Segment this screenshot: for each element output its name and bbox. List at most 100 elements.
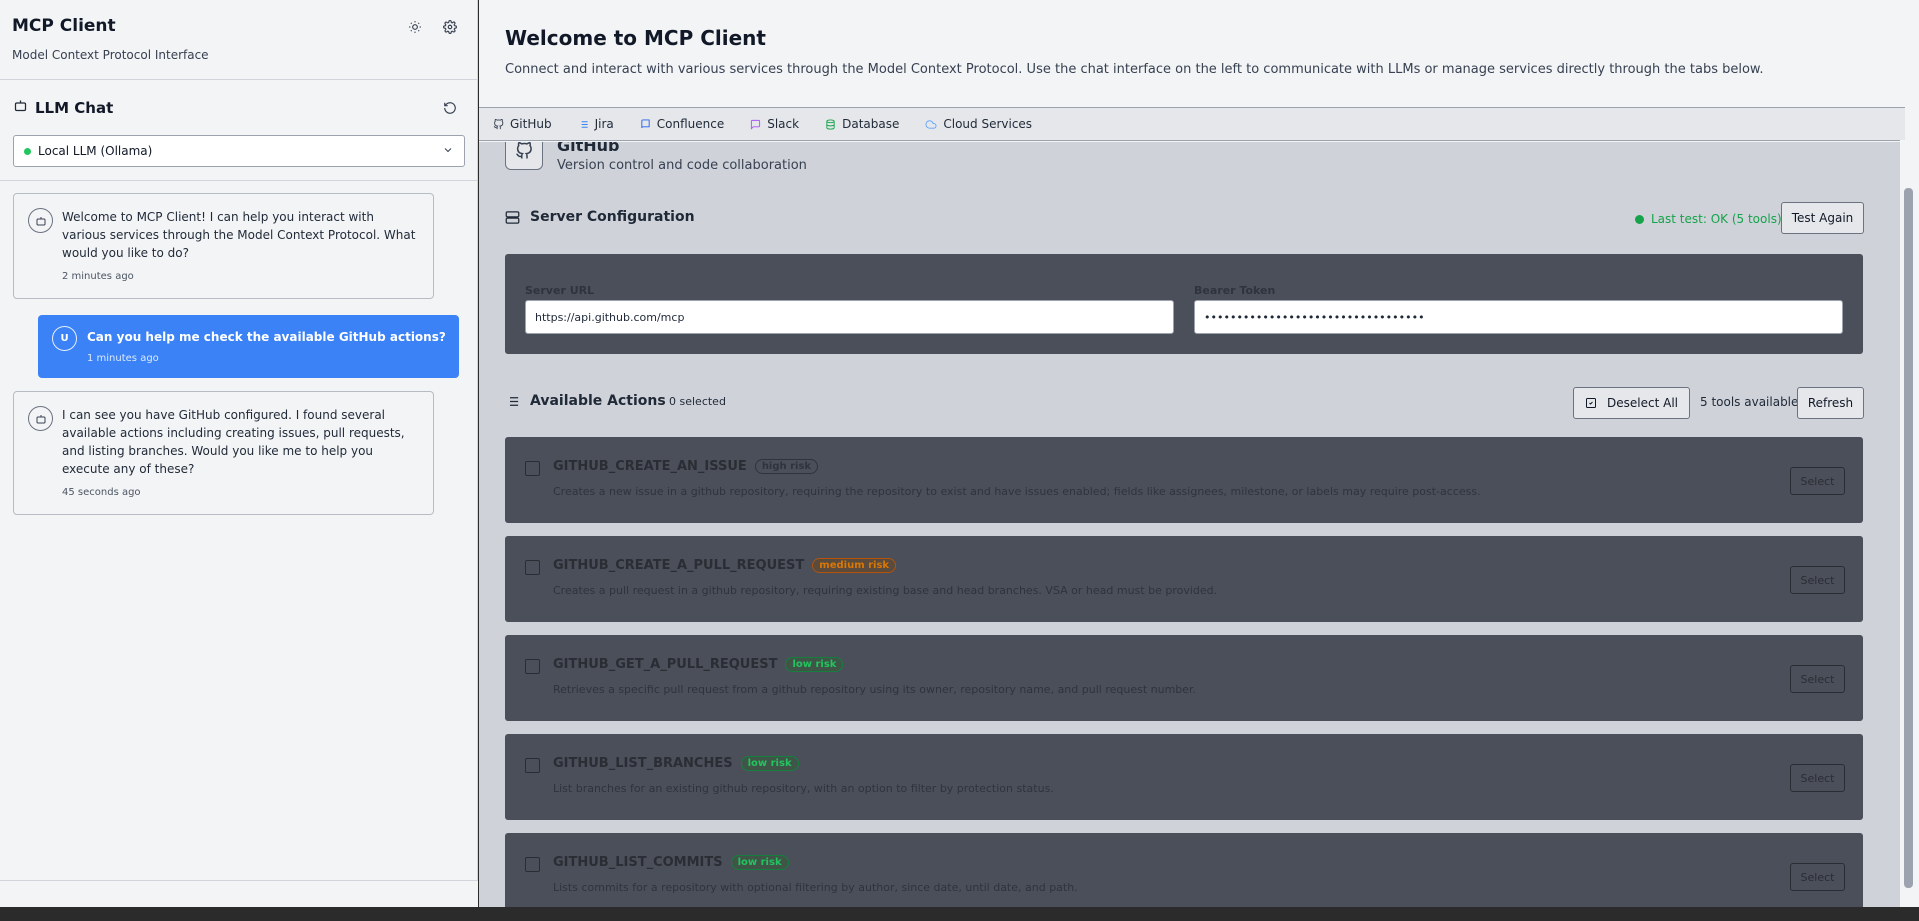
tab-confluence[interactable]: Confluence xyxy=(640,117,724,131)
action-checkbox[interactable] xyxy=(525,857,540,872)
service-content: GitHub Version control and code collabor… xyxy=(479,142,1905,907)
tab-label: Jira xyxy=(594,117,614,131)
action-description: Retrieves a specific pull request from a… xyxy=(553,683,1197,696)
action-card[interactable]: GITHUB_GET_A_PULL_REQUEST low risk Retrie… xyxy=(505,635,1863,721)
github-icon xyxy=(493,118,504,129)
tab-label: Slack xyxy=(767,117,800,131)
sidebar: MCP Client Model Context Protocol Interf… xyxy=(0,0,478,907)
status-text: Last test: OK (5 tools) xyxy=(1651,212,1782,226)
page-subtitle: Connect and interact with various servic… xyxy=(505,62,1764,77)
database-icon xyxy=(826,118,835,130)
theme-toggle-sun-icon[interactable] xyxy=(404,16,426,38)
action-name: GITHUB_GET_A_PULL_REQUEST xyxy=(553,657,778,672)
message-time: 2 minutes ago xyxy=(62,271,134,282)
chat-message-bot: I can see you have GitHub configured. I … xyxy=(13,391,434,515)
risk-badge: medium risk xyxy=(812,558,897,573)
message-text: Can you help me check the available GitH… xyxy=(87,330,446,344)
section-title-text: Server Configuration xyxy=(530,209,695,225)
select-button[interactable]: Select xyxy=(1790,665,1845,693)
app-subtitle: Model Context Protocol Interface xyxy=(12,48,209,62)
user-avatar: U xyxy=(52,326,77,351)
server-config-title: Server Configuration xyxy=(505,209,695,225)
test-again-button[interactable]: Test Again xyxy=(1781,202,1864,234)
cloud-icon xyxy=(925,119,937,129)
chat-message-user: U Can you help me check the available Gi… xyxy=(38,315,459,378)
scrollbar-thumb[interactable] xyxy=(1904,188,1913,888)
deselect-all-button[interactable]: Deselect All xyxy=(1573,387,1690,419)
model-select[interactable]: Local LLM (Ollama) xyxy=(13,135,465,167)
action-card[interactable]: GITHUB_CREATE_AN_ISSUE high risk Creates … xyxy=(505,437,1863,523)
server-url-label: Server URL xyxy=(525,284,595,297)
bot-avatar-icon xyxy=(28,406,53,431)
page-title: Welcome to MCP Client xyxy=(505,26,766,50)
service-title: GitHub xyxy=(557,142,620,155)
chat-title: LLM Chat xyxy=(35,99,114,117)
action-description: List branches for an existing github rep… xyxy=(553,782,1054,795)
action-card[interactable]: GITHUB_LIST_BRANCHES low risk List branch… xyxy=(505,734,1863,820)
status-dot xyxy=(24,147,31,155)
service-tabs: GitHub Jira Confluence Slack Database Cl… xyxy=(479,107,1905,141)
risk-badge: high risk xyxy=(754,459,819,474)
select-button[interactable]: Select xyxy=(1790,467,1845,495)
action-name-row: GITHUB_CREATE_A_PULL_REQUEST medium risk xyxy=(553,558,897,573)
server-icon xyxy=(505,210,520,224)
chat-input-area[interactable] xyxy=(0,880,478,907)
list-icon xyxy=(578,120,588,128)
chevron-down-icon xyxy=(442,144,454,159)
action-name: GITHUB_CREATE_A_PULL_REQUEST xyxy=(553,558,805,573)
taskbar xyxy=(0,907,1919,921)
server-url-input[interactable]: https://api.github.com/mcp xyxy=(525,300,1174,334)
action-description: Lists commits for a repository with opti… xyxy=(553,881,1078,894)
risk-badge: low risk xyxy=(730,855,789,870)
tools-available: 5 tools available xyxy=(1700,395,1799,409)
action-name: GITHUB_LIST_COMMITS xyxy=(553,855,723,870)
refresh-button[interactable]: Refresh xyxy=(1797,387,1864,419)
action-checkbox[interactable] xyxy=(525,659,540,674)
message-time: 1 minutes ago xyxy=(87,353,159,364)
window-edge xyxy=(1905,0,1919,140)
vertical-scrollbar[interactable] xyxy=(1900,140,1919,907)
service-description: Version control and code collaboration xyxy=(557,158,807,173)
server-config-panel: Server URL https://api.github.com/mcp Be… xyxy=(505,254,1863,354)
action-name: GITHUB_LIST_BRANCHES xyxy=(553,756,733,771)
settings-gear-icon[interactable] xyxy=(439,16,461,38)
available-actions-title: Available Actions xyxy=(505,393,666,409)
tab-database[interactable]: Database xyxy=(825,117,899,131)
tab-label: Cloud Services xyxy=(943,117,1033,131)
bearer-token-input[interactable]: •••••••••••••••••••••••••••••••••• xyxy=(1194,300,1843,334)
tab-github[interactable]: GitHub xyxy=(493,117,552,131)
reset-chat-icon[interactable] xyxy=(439,97,461,119)
message-text: I can see you have GitHub configured. I … xyxy=(62,408,405,476)
model-select-value: Local LLM (Ollama) xyxy=(38,144,153,158)
sidebar-header: MCP Client Model Context Protocol Interf… xyxy=(0,0,477,80)
action-description: Creates a pull request in a github repos… xyxy=(553,584,1218,597)
selected-count: 0 selected xyxy=(669,395,726,408)
select-button[interactable]: Select xyxy=(1790,764,1845,792)
select-button[interactable]: Select xyxy=(1790,863,1845,891)
github-icon xyxy=(505,142,543,170)
check-square-icon xyxy=(1586,398,1597,408)
action-checkbox[interactable] xyxy=(525,560,540,575)
tab-label: GitHub xyxy=(510,117,552,131)
tab-cloud-services[interactable]: Cloud Services xyxy=(925,117,1032,131)
message-text: Welcome to MCP Client! I can help you in… xyxy=(62,210,416,260)
tab-jira[interactable]: Jira xyxy=(578,117,614,131)
connection-status: Last test: OK (5 tools) xyxy=(1635,212,1782,226)
action-name-row: GITHUB_GET_A_PULL_REQUEST low risk xyxy=(553,657,844,672)
tab-label: Confluence xyxy=(656,117,725,131)
select-button[interactable]: Select xyxy=(1790,566,1845,594)
risk-badge: low risk xyxy=(785,657,844,672)
divider xyxy=(0,180,478,181)
action-card[interactable]: GITHUB_LIST_COMMITS low risk Lists commit… xyxy=(505,833,1863,907)
action-checkbox[interactable] xyxy=(525,758,540,773)
action-name-row: GITHUB_LIST_BRANCHES low risk xyxy=(553,756,799,771)
app-title: MCP Client xyxy=(12,16,116,36)
action-card[interactable]: GITHUB_CREATE_A_PULL_REQUEST medium risk … xyxy=(505,536,1863,622)
risk-badge: low risk xyxy=(740,756,799,771)
action-checkbox[interactable] xyxy=(525,461,540,476)
status-dot xyxy=(1635,214,1644,224)
chat-message-bot: Welcome to MCP Client! I can help you in… xyxy=(13,193,434,299)
tab-slack[interactable]: Slack xyxy=(750,117,799,131)
action-name-row: GITHUB_LIST_COMMITS low risk xyxy=(553,855,789,870)
list-icon xyxy=(506,396,519,406)
